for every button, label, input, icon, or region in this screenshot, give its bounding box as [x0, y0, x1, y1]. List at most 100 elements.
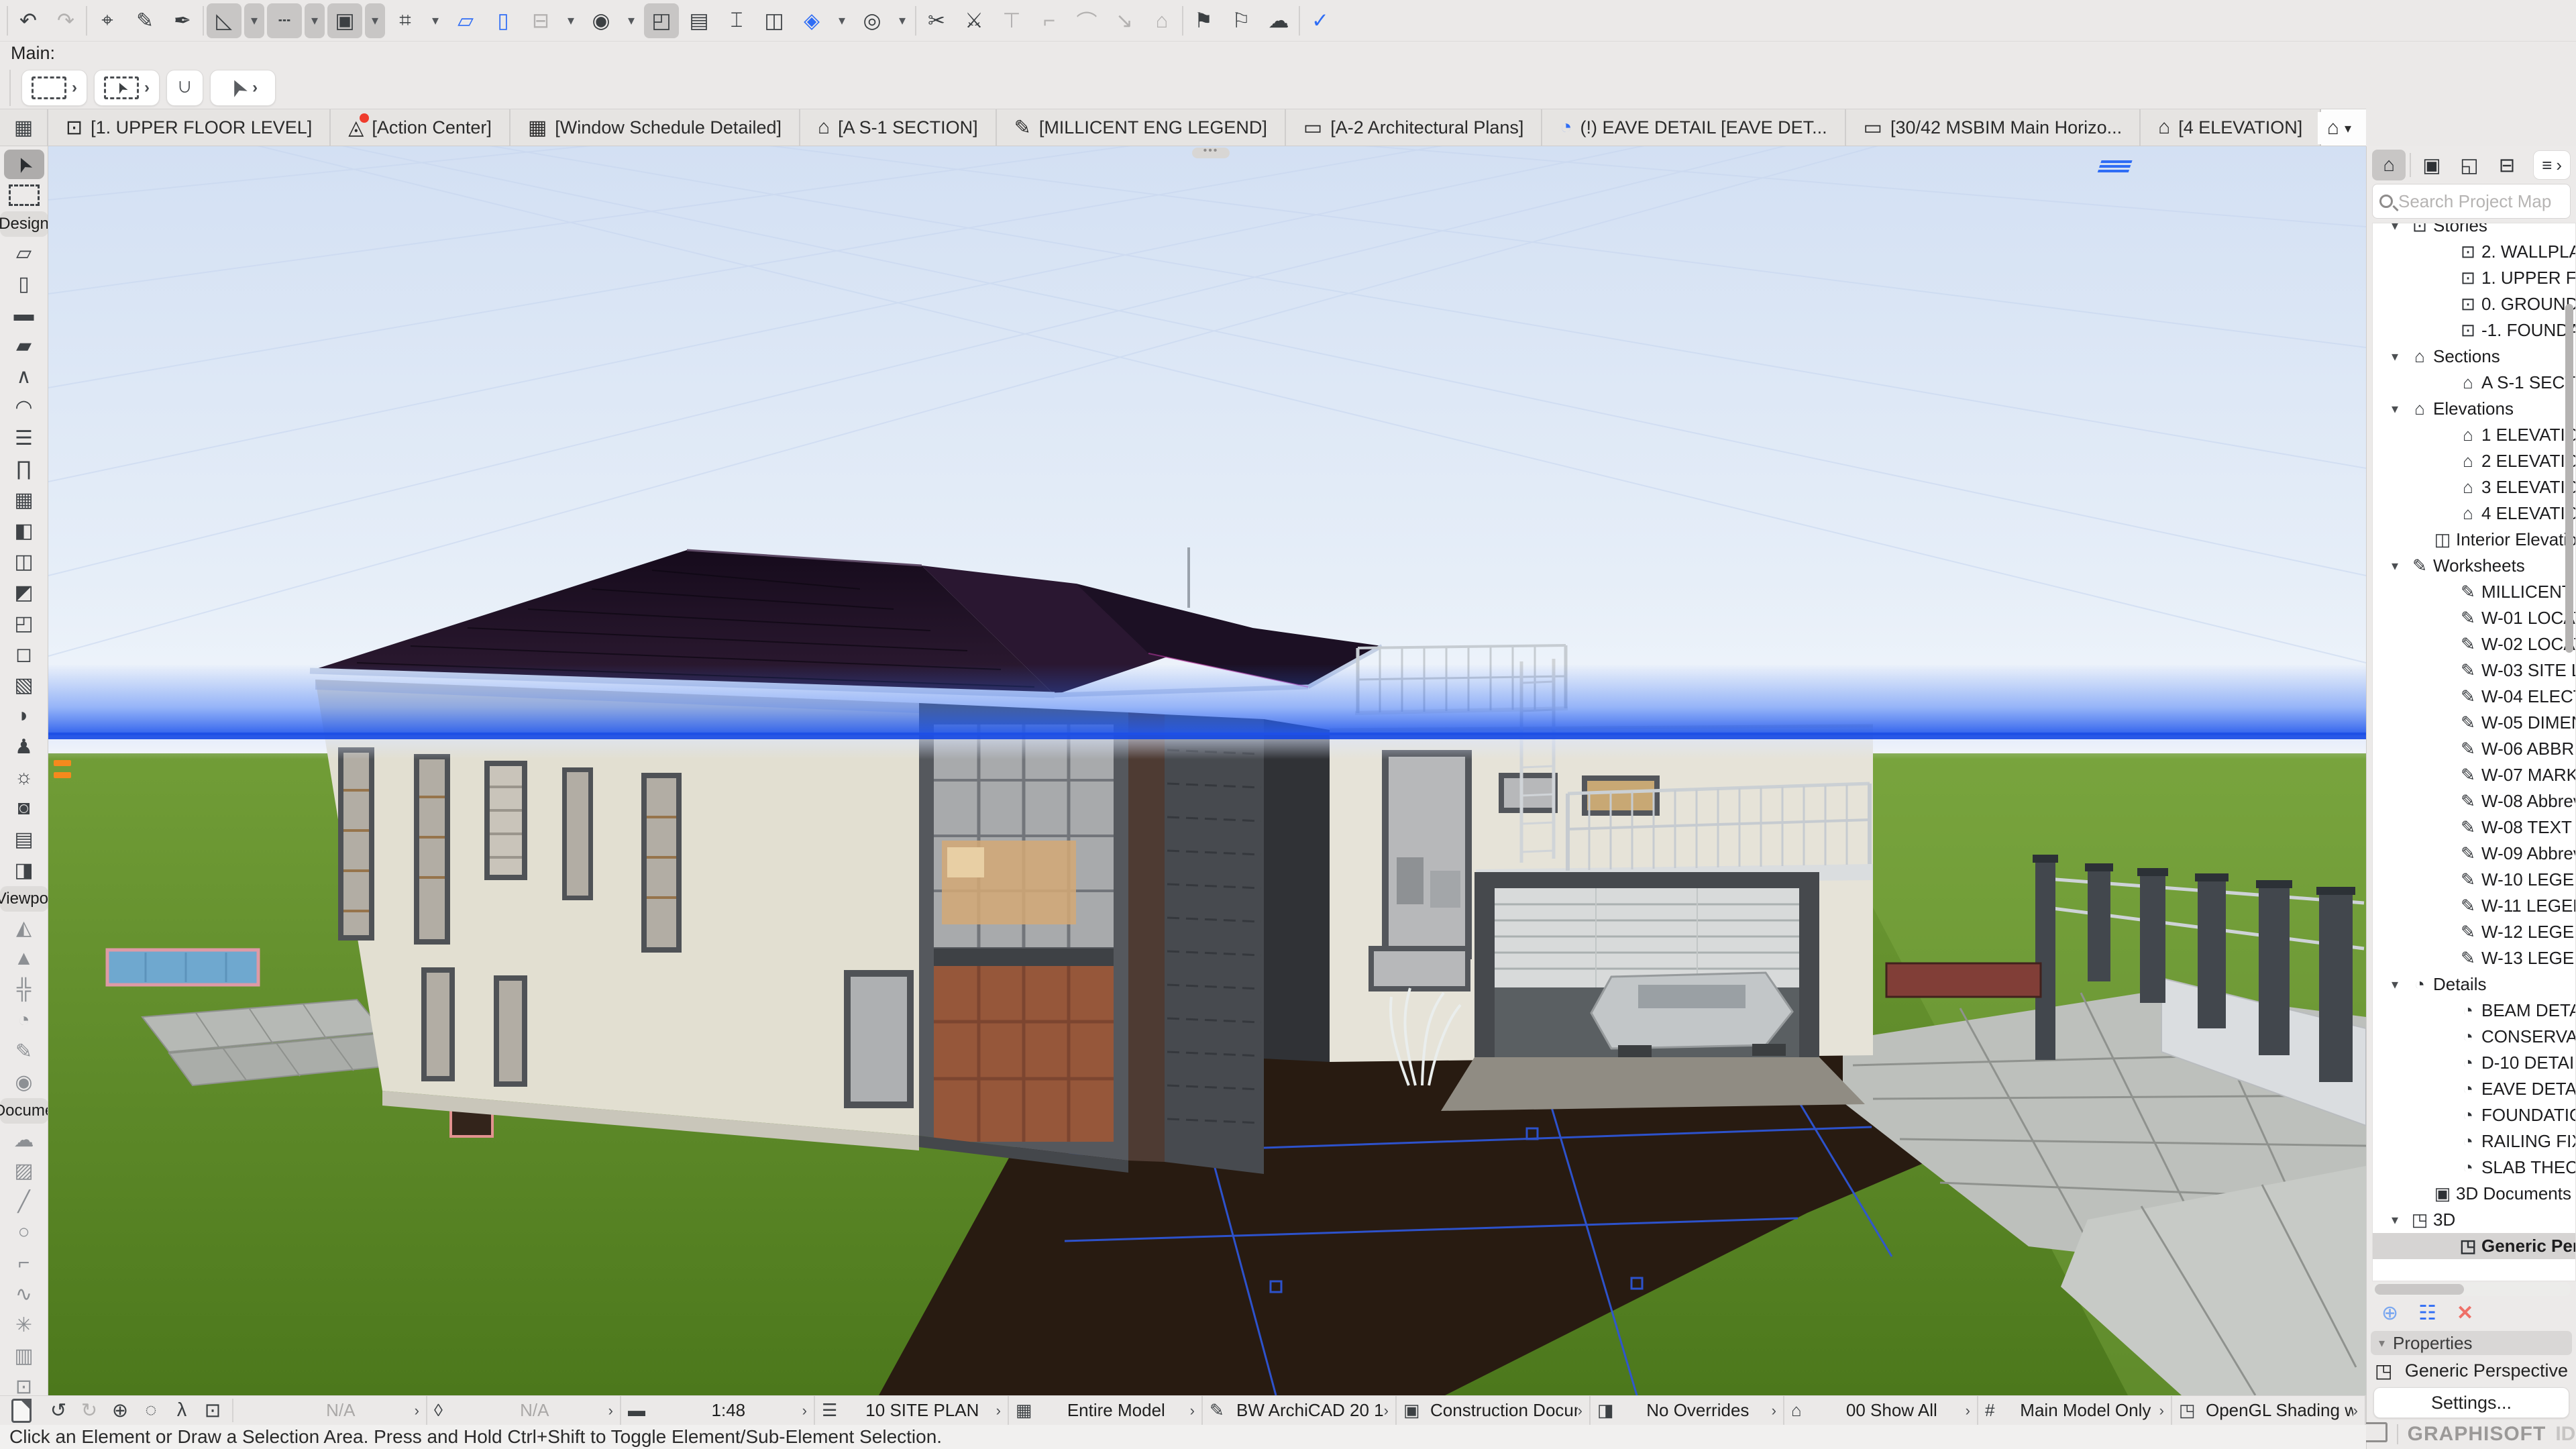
tree-item[interactable]: W-01 LOCATION M	[2373, 605, 2575, 631]
tree-item[interactable]: W-09 Abbreviation	[2373, 841, 2575, 867]
vertical-scrollbar[interactable]	[2565, 304, 2573, 653]
nav-tool-icon[interactable]: ◌	[136, 1399, 166, 1421]
tree-item[interactable]: Interior Elevations	[2373, 527, 2575, 553]
toolbar-icon[interactable]: ☁	[1261, 3, 1296, 38]
chevron-down-icon[interactable]: ▾	[2383, 976, 2406, 993]
view-tab[interactable]: ◬ [Action Center]	[329, 109, 509, 146]
tool-item[interactable]: ╬	[4, 975, 44, 1004]
toolbar-icon[interactable]: ▾	[832, 3, 852, 38]
toolbar-icon[interactable]: ⚑	[1186, 3, 1221, 38]
tree-item[interactable]: D-10 DETAIL (Indep	[2373, 1050, 2575, 1076]
view-settings-button[interactable]: ☷	[2418, 1301, 2436, 1325]
tool-item[interactable]: ▬	[4, 300, 44, 329]
toolbar-icon[interactable]: ▾	[892, 3, 912, 38]
view-tab[interactable]: ▭ [A-2 Architectural Plans]	[1285, 109, 1542, 146]
tree-item[interactable]: W-06 ABBREVIATI	[2373, 736, 2575, 762]
tool-item[interactable]: ▱	[4, 238, 44, 268]
tree-item[interactable]: ▾ Stories	[2373, 223, 2575, 239]
palette-drag-handle[interactable]: •••	[1192, 148, 1230, 158]
quick-option-dropdown[interactable]: # Main Model Only ›	[1978, 1396, 2172, 1426]
view-tab[interactable]: ⊡ [1. UPPER FLOOR LEVEL]	[47, 109, 329, 146]
tool-item[interactable]: ▨	[4, 1156, 44, 1185]
chevron-down-icon[interactable]: ▾	[2383, 400, 2406, 417]
delete-view-button[interactable]: ✕	[2457, 1301, 2473, 1325]
toolbar-icon[interactable]	[86, 6, 87, 36]
toolbar-icon[interactable]: ⚐	[1224, 3, 1258, 38]
tool-item[interactable]: ◗	[4, 701, 44, 731]
toolbar-icon[interactable]: ⌐	[1032, 3, 1067, 38]
tree-item[interactable]: 2. WALLPLATE	[2373, 239, 2575, 265]
quick-option-dropdown[interactable]: ☰ 10 SITE PLAN ›	[815, 1396, 1009, 1426]
view-tab[interactable]: ▦ [Window Schedule Detailed]	[509, 109, 799, 146]
chevron-down-icon[interactable]: ▾	[2383, 223, 2406, 234]
view-tab[interactable]: ▭ [30/42 MSBIM Main Horizo...	[1845, 109, 2139, 146]
chevron-down-icon[interactable]: ▾	[2383, 348, 2406, 365]
magnet-toggle-button[interactable]: ∩	[166, 70, 203, 106]
toolbar-icon[interactable]: ✎	[127, 3, 162, 38]
toolbar-icon[interactable]: ↶	[11, 3, 46, 38]
quick-option-dropdown[interactable]: ▬ 1:48 ›	[621, 1396, 815, 1426]
quick-option-dropdown[interactable]: ✎ BW ArchiCAD 20 1 ›	[1203, 1396, 1397, 1426]
nav-tool-icon[interactable]: ↻	[74, 1399, 105, 1422]
toolbar-icon[interactable]: ▾	[425, 3, 445, 38]
toolbar-icon[interactable]: ▤	[682, 3, 716, 38]
tool-item[interactable]: ▰	[4, 331, 44, 360]
toolbar-icon[interactable]: ✓	[1303, 3, 1338, 38]
toolbar-icon[interactable]: ⌒	[1069, 3, 1104, 38]
tool-item[interactable]: ▦	[4, 485, 44, 515]
tool-item[interactable]: ⊡	[4, 1372, 44, 1395]
tree-item[interactable]: 1. UPPER FLOOR LE	[2373, 265, 2575, 291]
tool-item[interactable]: ◩	[4, 578, 44, 607]
tool-item[interactable]: ✳	[4, 1310, 44, 1340]
toolbar-icon[interactable]: ✒	[165, 3, 200, 38]
quick-option-dropdown[interactable]: ◳ OpenGL Shading with... ›	[2172, 1396, 2366, 1426]
quick-option-dropdown[interactable]: ▣ Construction Documen... ›	[1397, 1396, 1591, 1426]
tree-item[interactable]: ▾ 3D	[2373, 1207, 2575, 1233]
tool-item[interactable]: ▤	[4, 824, 44, 854]
popup-navigator-button[interactable]: ▦	[0, 109, 47, 146]
tool-item[interactable]: Design	[0, 211, 48, 237]
toolbar-icon[interactable]: ◈	[794, 3, 829, 38]
tree-item[interactable]: EAVE DETAIL (Inde	[2373, 1076, 2575, 1102]
horizontal-scrollbar[interactable]	[2372, 1283, 2571, 1296]
tree-item[interactable]: W-04 ELECTRICAL	[2373, 684, 2575, 710]
toolbar-icon[interactable]: ▾	[244, 3, 264, 38]
tool-item[interactable]: ◠	[4, 392, 44, 422]
quick-option-dropdown[interactable]: ◊ N/A ›	[427, 1396, 621, 1426]
toolbar-icon[interactable]: ▾	[621, 3, 641, 38]
tool-item[interactable]	[4, 180, 44, 210]
tool-item[interactable]: ▲	[4, 944, 44, 973]
tool-item[interactable]: ▯	[4, 269, 44, 299]
toolbar-icon[interactable]: ▣	[327, 3, 362, 38]
nav-tool-icon[interactable]: λ	[166, 1399, 197, 1421]
tool-item[interactable]: ◨	[4, 855, 44, 885]
toolbar-icon[interactable]: ✂	[919, 3, 954, 38]
tree-item[interactable]: 3 ELEVATION (Auto	[2373, 474, 2575, 500]
marquee-select-button[interactable]: ➤ ›	[94, 70, 160, 106]
toolbar-icon[interactable]: ⌂	[1144, 3, 1179, 38]
toolbar-icon[interactable]: ▾	[365, 3, 385, 38]
toolbar-icon[interactable]: ◫	[757, 3, 792, 38]
project-map-button[interactable]: ⌂	[2372, 150, 2406, 180]
tree-item[interactable]: W-10 LEGEND (Ind	[2373, 867, 2575, 893]
view-tab[interactable]: ◔ (!) EAVE DETAIL [EAVE DET...	[1541, 109, 1844, 146]
quick-option-dropdown[interactable]: N/A ›	[233, 1396, 427, 1426]
publisher-button[interactable]: ⊟	[2490, 150, 2524, 180]
tree-item[interactable]: Generic Perspect	[2373, 1233, 2575, 1259]
properties-header[interactable]: ▾ Properties	[2371, 1331, 2572, 1355]
tool-item[interactable]: ◔	[4, 1006, 44, 1035]
tool-item[interactable]: ∏	[4, 454, 44, 484]
tool-item[interactable]: ◙	[4, 794, 44, 823]
tree-item[interactable]: W-13 LEGEND (Ind	[2373, 945, 2575, 971]
toolbar-icon[interactable]: ┄	[267, 3, 302, 38]
tool-item[interactable]: ╱	[4, 1187, 44, 1216]
toolbar-icon[interactable]: ◎	[855, 3, 890, 38]
nav-tool-icon[interactable]: ↺	[43, 1399, 74, 1422]
tree-item[interactable]: W-08 Abbreviation	[2373, 788, 2575, 814]
tool-item[interactable]: ⌐	[4, 1248, 44, 1278]
view-tab[interactable]: ✎ [MILLICENT ENG LEGEND]	[996, 109, 1285, 146]
tree-item[interactable]: W-12 LEGEND (Ind	[2373, 919, 2575, 945]
tree-item[interactable]: ▾ Elevations	[2373, 396, 2575, 422]
tree-item[interactable]: W-02 LOCATION M	[2373, 631, 2575, 657]
tool-item[interactable]: ∧	[4, 362, 44, 391]
